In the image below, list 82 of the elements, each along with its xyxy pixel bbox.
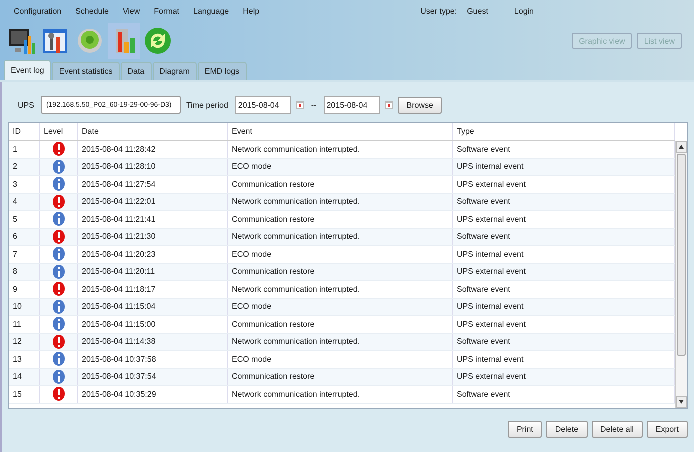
tab[interactable]: EMD logs [198, 62, 247, 80]
table-cell: Network communication interrupted. [228, 228, 453, 245]
table-cell: Communication restore [228, 176, 453, 192]
table-cell: 2015-08-04 11:18:17 [78, 281, 228, 298]
action-button[interactable]: Delete all [592, 421, 643, 438]
column-header[interactable]: Level [40, 123, 78, 140]
table-cell: 2015-08-04 11:27:54 [78, 176, 228, 192]
table-cell: Network communication interrupted. [228, 194, 453, 210]
table-cell: 8 [9, 264, 40, 280]
table-cell: Network communication interrupted. [228, 334, 453, 350]
login-link[interactable]: Login [514, 6, 534, 16]
disc-icon [75, 26, 105, 56]
date-field[interactable]: 2015-08-04 [235, 96, 292, 114]
table-cell: 2015-08-04 11:15:00 [78, 316, 228, 332]
column-header[interactable]: Date [78, 123, 228, 140]
table-cell: 9 [9, 281, 40, 298]
tab[interactable]: Event statistics [52, 62, 120, 80]
user-type-label: User type: [420, 6, 458, 16]
action-button[interactable]: Export [646, 421, 688, 438]
table-cell: 2015-08-04 10:37:58 [78, 351, 228, 368]
browse-button[interactable]: Browse [398, 96, 442, 114]
table-cell: 2015-08-04 11:28:10 [78, 158, 228, 175]
table-cell: 2 [9, 158, 40, 175]
column-header[interactable]: Type [453, 123, 675, 140]
table-cell: 2015-08-04 11:21:41 [78, 211, 228, 228]
table-cell: 3 [9, 176, 40, 192]
menu-item[interactable]: Help [243, 6, 260, 16]
menu-item[interactable]: Configuration [14, 6, 62, 16]
calendar-icon[interactable] [296, 101, 304, 109]
table-cell: 13 [9, 351, 40, 368]
table-cell: ECO mode [228, 246, 453, 262]
table-cell: Network communication interrupted. [228, 386, 453, 402]
table-cell: 2015-08-04 11:15:04 [78, 298, 228, 315]
date-separator: -- [310, 100, 318, 110]
tab[interactable]: Data [120, 62, 152, 80]
user-type-value: Guest [467, 6, 488, 16]
menu-item[interactable]: Language [194, 6, 230, 16]
column-header[interactable]: ID [9, 123, 40, 140]
table-cell: 11 [9, 316, 40, 332]
table-cell: 2015-08-04 11:20:23 [78, 246, 228, 262]
refresh-icon [143, 26, 173, 56]
table-cell: 2015-08-04 11:21:30 [78, 228, 228, 245]
table-cell: 6 [9, 228, 40, 245]
scrollbar[interactable] [675, 141, 687, 408]
table-cell: 14 [9, 368, 40, 385]
time-period-label: Time period [186, 100, 228, 110]
table-cell: Communication restore [228, 264, 453, 280]
table-cell: 2015-08-04 10:37:54 [78, 368, 228, 385]
scroll-up-icon[interactable] [679, 145, 684, 149]
table-cell: ECO mode [228, 351, 453, 368]
table-cell: 15 [9, 386, 40, 402]
menu-item[interactable]: Schedule [76, 6, 109, 16]
action-button[interactable]: Print [508, 421, 542, 438]
table-cell: 1 [9, 141, 40, 158]
table-cell: 4 [9, 194, 40, 210]
action-button[interactable]: Delete [546, 421, 588, 438]
table-cell: ECO mode [228, 158, 453, 175]
table-cell: 2015-08-04 10:35:29 [78, 386, 228, 402]
menu-item[interactable]: View [122, 6, 140, 16]
table-cell: Network communication interrupted. [228, 281, 453, 298]
scroll-down-icon[interactable] [679, 400, 684, 404]
tab[interactable]: Event log [4, 60, 52, 80]
table-cell: 2015-08-04 11:28:42 [78, 141, 228, 158]
table-cell: Communication restore [228, 368, 453, 385]
ups-label: UPS [18, 100, 34, 110]
monitor-chart-icon [7, 26, 37, 56]
tab[interactable]: Diagram [152, 62, 197, 80]
table-cell: 2015-08-04 11:22:01 [78, 194, 228, 210]
calendar-icon[interactable] [384, 101, 393, 109]
table-cell: 12 [9, 334, 40, 350]
table-cell: 10 [9, 298, 40, 315]
date-field[interactable]: 2015-08-04 [324, 96, 380, 114]
table-cell: 7 [9, 246, 40, 262]
table-cell: Network communication interrupted. [228, 141, 453, 158]
column-header[interactable]: Event [228, 123, 453, 140]
table-cell: ECO mode [228, 298, 453, 315]
table-cell: 2015-08-04 11:14:38 [78, 334, 228, 350]
table-cell: Communication restore [228, 211, 453, 228]
menu-item[interactable]: Format [154, 6, 180, 16]
table-cell: 5 [9, 211, 40, 228]
table-cell: Communication restore [228, 316, 453, 332]
table-cell: 2015-08-04 11:20:11 [78, 264, 228, 280]
